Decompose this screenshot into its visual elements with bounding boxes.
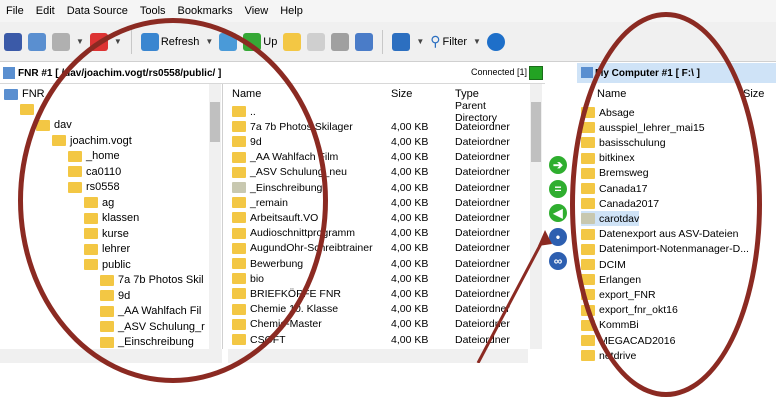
menu-bookmarks[interactable]: Bookmarks [172,5,239,17]
paste-dropdown-icon[interactable]: ▼ [76,37,84,46]
file-type: Dateiordner [455,242,510,255]
file-size: 4,00 KB [391,257,429,270]
file-type: Dateiordner [455,166,510,179]
file-list-scrollbar[interactable] [530,84,542,349]
cut-icon[interactable] [4,32,22,51]
computer-icon [581,67,593,78]
print-icon[interactable] [331,32,350,51]
file-type: Dateiordner [455,272,510,285]
transfer-left-icon[interactable]: ◀ [549,204,567,222]
file-size: 4,00 KB [391,151,429,164]
file-type: Dateiordner [455,120,510,133]
file-type: Dateiordner [455,211,510,224]
filter-dropdown-icon[interactable]: ▼ [473,37,481,46]
file-size: 4,00 KB [391,211,429,224]
menu-tools[interactable]: Tools [134,5,172,17]
connected-indicator-icon [529,66,543,80]
file-size: 4,00 KB [391,333,429,346]
file-type: Dateiordner [455,227,510,240]
annotation-oval-left [18,18,328,383]
menu-edit[interactable]: Edit [30,5,61,17]
file-size: 4,00 KB [391,166,429,179]
server-icon [3,67,15,79]
file-type: Dateiordner [455,318,510,331]
file-size: 4,00 KB [391,242,429,255]
menu-data-source[interactable]: Data Source [61,5,134,17]
properties-icon[interactable] [355,32,374,51]
folder-icon[interactable] [283,32,302,51]
file-size: 4,00 KB [391,181,429,194]
file-size: 4,00 KB [391,287,429,300]
filter-button[interactable]: ⚲ Filter [430,33,467,50]
file-size: 4,00 KB [391,227,429,240]
copy-icon[interactable] [28,32,46,51]
view-dropdown-icon[interactable]: ▼ [416,37,424,46]
file-type: Dateiordner [455,303,510,316]
folder-icon [20,104,34,115]
file-list-horizontal-scrollbar[interactable] [228,349,528,363]
file-type: Dateiordner [455,135,510,148]
file-type: Dateiordner [455,151,510,164]
menu-file[interactable]: File [0,5,30,17]
file-size: 4,00 KB [391,303,429,316]
column-type[interactable]: Type [455,88,479,100]
toolbar-divider [382,29,384,54]
view-mode-icon[interactable] [392,32,411,51]
file-size: 4,00 KB [391,196,429,209]
tree-node-label: FNR [22,88,45,100]
tree-node[interactable]: FNR [4,86,45,102]
paste-icon[interactable] [52,32,70,51]
folder-icon [581,335,595,346]
file-size: 4,00 KB [391,120,429,133]
link-icon[interactable]: ∞ [549,252,567,270]
file-type: Dateiordner [455,181,510,194]
transfer-right-icon[interactable]: ➔ [549,156,567,174]
file-size: 4,00 KB [391,318,429,331]
menu-view[interactable]: View [239,5,275,17]
file-size: 4,00 KB [391,135,429,148]
file-type: Dateiordner [455,196,510,209]
menu-help[interactable]: Help [274,5,309,17]
folder-icon [581,350,595,362]
erase-icon[interactable] [307,32,326,51]
queue-icon[interactable]: • [549,228,567,246]
search-icon: ⚲ [430,33,441,49]
column-size[interactable]: Size [391,88,412,100]
annotation-oval-right [570,12,762,397]
server-icon [4,88,18,100]
file-type: Dateiordner [455,287,510,300]
file-size: 4,00 KB [391,272,429,285]
help-icon[interactable] [486,32,505,51]
transfer-controls: ➔ = ◀ • ∞ [546,150,570,276]
file-type: Dateiordner [455,257,510,270]
file-type: Dateiordner [455,333,510,346]
connection-status: Connected [1] [470,67,527,77]
sync-icon[interactable]: = [549,180,567,198]
